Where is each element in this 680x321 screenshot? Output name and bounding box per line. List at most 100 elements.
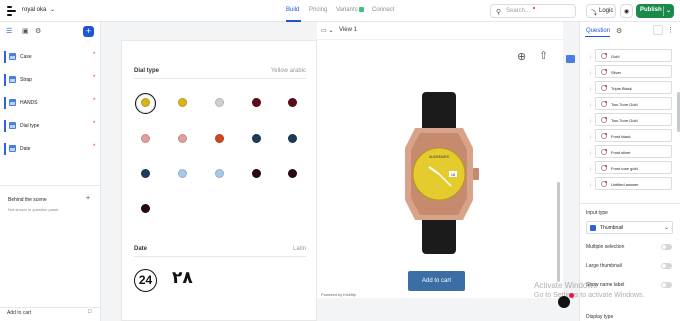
- multiple-selection-toggle-row[interactable]: Multiple selection: [586, 242, 674, 252]
- add-to-cart-button[interactable]: Add to cart: [408, 271, 465, 291]
- answer-radio[interactable]: [601, 133, 607, 139]
- drag-handle[interactable]: [4, 51, 6, 63]
- drag-handle[interactable]: [4, 97, 6, 109]
- multiple-selection-toggle[interactable]: [661, 244, 672, 250]
- layers-icon[interactable]: ▣: [22, 27, 29, 35]
- sidebar-item-strap[interactable]: Strap *: [0, 72, 101, 88]
- dial-swatch[interactable]: [141, 204, 150, 213]
- drag-handle-icon[interactable]: ⋮: [588, 166, 593, 172]
- answer-item[interactable]: ⋮ Gold: [588, 49, 672, 62]
- answer-item[interactable]: ⋮ Frost silver: [588, 145, 672, 158]
- chevron-down-icon[interactable]: ⌄: [666, 7, 671, 14]
- dial-swatch[interactable]: [252, 98, 261, 107]
- drag-handle-icon[interactable]: ⋮: [588, 182, 593, 188]
- nav-build[interactable]: Build: [286, 7, 299, 13]
- chat-bubble-icon[interactable]: [558, 296, 570, 308]
- nav-variants[interactable]: Variants: [336, 7, 364, 13]
- answer-item[interactable]: ⋮ Two Tone Gold: [588, 113, 672, 126]
- more-options-icon[interactable]: ⋮: [667, 26, 674, 34]
- dial-swatch[interactable]: [252, 134, 261, 143]
- sidebar-item-dial-type[interactable]: Dial type *: [0, 118, 101, 134]
- preview-scrollbar[interactable]: [557, 182, 560, 282]
- answer-item[interactable]: ⋮ Frost black: [588, 129, 672, 142]
- dial-swatch[interactable]: [288, 134, 297, 143]
- panel-action-button[interactable]: [653, 25, 663, 35]
- drag-handle[interactable]: [4, 120, 6, 132]
- answer-radio[interactable]: [601, 181, 607, 187]
- date-option-arabic[interactable]: ٢٨: [172, 268, 193, 288]
- chevron-down-icon[interactable]: ⌄: [50, 6, 55, 13]
- publish-button[interactable]: Publish ⌄: [636, 4, 674, 18]
- sidebar-item-label: Case: [20, 54, 32, 60]
- share-icon[interactable]: ⇧: [539, 49, 548, 62]
- app-logo-icon[interactable]: [7, 6, 16, 16]
- image-icon: [9, 145, 16, 152]
- dial-swatch[interactable]: [288, 98, 297, 107]
- store-name[interactable]: royal oka: [22, 7, 46, 13]
- drag-handle[interactable]: [4, 74, 6, 86]
- answer-radio[interactable]: [601, 53, 607, 59]
- answer-item[interactable]: ⋮ Silver: [588, 65, 672, 78]
- input-type-select[interactable]: Thumbnail ⌄: [586, 221, 673, 234]
- drag-handle[interactable]: [4, 143, 6, 155]
- date-option-latin[interactable]: 24: [134, 269, 157, 292]
- dial-swatch[interactable]: [215, 169, 224, 178]
- dial-swatch[interactable]: [215, 98, 224, 107]
- nav-connect[interactable]: Connect: [372, 7, 394, 13]
- drag-handle-icon[interactable]: ⋮: [588, 118, 593, 124]
- view-selector[interactable]: View 1: [339, 27, 357, 33]
- dial-swatch[interactable]: [141, 98, 150, 107]
- logic-button[interactable]: ⤵ Logic: [586, 4, 616, 18]
- dial-swatch[interactable]: [178, 134, 187, 143]
- answer-radio[interactable]: [601, 117, 607, 123]
- sidebar-item-hands[interactable]: HANDS *: [0, 95, 101, 111]
- answer-item[interactable]: ⋮ Triple Black: [588, 81, 672, 94]
- show-name-label-toggle-row[interactable]: Show name label: [586, 280, 674, 290]
- dial-swatch[interactable]: [215, 134, 224, 143]
- dial-swatch[interactable]: [141, 134, 150, 143]
- image-icon: [9, 76, 16, 83]
- add-hidden-question-button[interactable]: +: [86, 195, 90, 202]
- answer-radio[interactable]: [601, 101, 607, 107]
- desktop-icon[interactable]: ▭ ⌄: [321, 27, 333, 34]
- drag-handle-icon[interactable]: ⋮: [588, 54, 593, 60]
- dial-swatch[interactable]: [178, 98, 187, 107]
- nav-pricing[interactable]: Pricing: [309, 7, 327, 13]
- answer-item[interactable]: ⋮ Untitled answer: [588, 177, 672, 190]
- add-to-cart-item[interactable]: Add to cart: [7, 310, 31, 316]
- list-icon[interactable]: ☰: [6, 27, 12, 35]
- large-thumbnail-toggle[interactable]: [661, 263, 672, 269]
- required-marker: *: [93, 98, 96, 104]
- dial-swatch[interactable]: [252, 169, 261, 178]
- add-question-button[interactable]: +: [83, 26, 94, 37]
- large-thumbnail-toggle-row[interactable]: Large thumbnail: [586, 261, 674, 271]
- cart-settings-icon[interactable]: □: [88, 309, 92, 315]
- sidebar-item-date[interactable]: Date *: [0, 141, 101, 157]
- preview-button[interactable]: ◉: [620, 4, 633, 18]
- answer-radio[interactable]: [601, 69, 607, 75]
- search-input[interactable]: ⚲ Search...: [490, 4, 576, 18]
- drag-handle-icon[interactable]: ⋮: [588, 150, 593, 156]
- gear-icon[interactable]: ⚙: [616, 27, 622, 35]
- drag-handle-icon[interactable]: ⋮: [588, 134, 593, 140]
- drag-handle-icon[interactable]: ⋮: [588, 70, 593, 76]
- answer-radio[interactable]: [601, 165, 607, 171]
- answer-item[interactable]: ⋮ Two Tone Gold: [588, 97, 672, 110]
- variants-badge-icon: [358, 7, 364, 12]
- answer-item[interactable]: ⋮ Frost rose gold: [588, 161, 672, 174]
- dial-swatch[interactable]: [288, 169, 297, 178]
- drag-handle-icon[interactable]: ⋮: [588, 102, 593, 108]
- zoom-icon[interactable]: ⊕: [517, 50, 526, 63]
- tab-question[interactable]: Question: [586, 28, 610, 34]
- search-placeholder: Search...: [506, 8, 531, 14]
- sidebar-item-case[interactable]: Case *: [0, 49, 101, 65]
- settings-icon[interactable]: ⚙: [35, 27, 41, 35]
- publish-divider: [663, 6, 664, 16]
- image-icon[interactable]: [566, 55, 575, 63]
- show-name-label-toggle[interactable]: [661, 282, 672, 288]
- dial-swatch[interactable]: [178, 169, 187, 178]
- dial-swatch[interactable]: [141, 169, 150, 178]
- answer-radio[interactable]: [601, 85, 607, 91]
- answer-radio[interactable]: [601, 149, 607, 155]
- drag-handle-icon[interactable]: ⋮: [588, 86, 593, 92]
